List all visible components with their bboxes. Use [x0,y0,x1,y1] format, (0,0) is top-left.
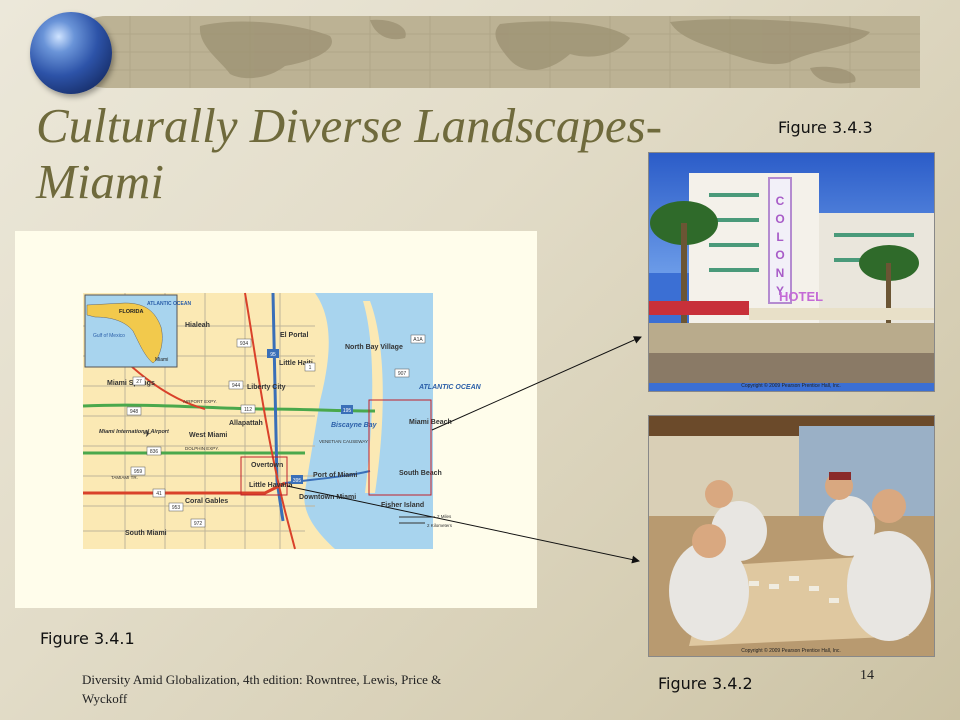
connector-arrows [286,336,642,564]
figure-label-dominoes: Figure 3.4.2 [658,674,753,693]
page-number: 14 [860,668,874,683]
slide-footer: Diversity Amid Globalization, 4th editio… [82,672,442,706]
arrow-to-hotel [431,336,642,431]
arrow-to-dominoes [286,485,640,564]
